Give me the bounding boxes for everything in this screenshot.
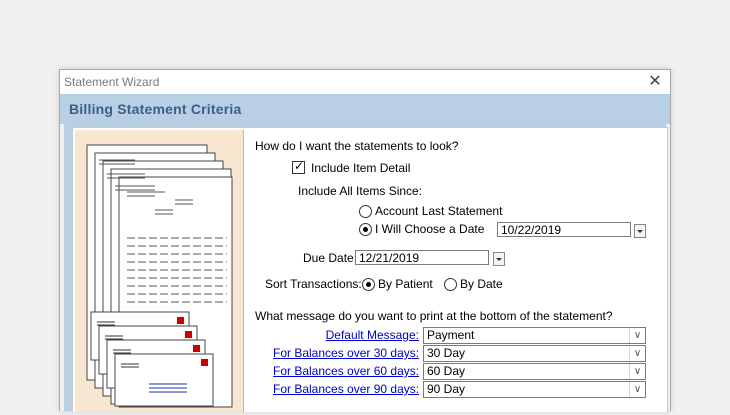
radio-choose-date[interactable] xyxy=(359,223,372,236)
balances-90-link[interactable]: For Balances over 90 days: xyxy=(273,382,419,396)
statement-wizard-window: Statement Wizard ✕ Billing Statement Cri… xyxy=(59,69,671,412)
radio-choose-date-label: I Will Choose a Date xyxy=(375,222,485,236)
sort-transactions-label: Sort Transactions: xyxy=(265,277,362,291)
balances-30-link[interactable]: For Balances over 30 days: xyxy=(273,346,419,360)
chosen-date-dropdown-icon[interactable] xyxy=(634,224,646,238)
chevron-down-icon[interactable]: ∨ xyxy=(629,364,645,379)
default-message-value: Payment xyxy=(427,328,475,342)
include-item-detail-label: Include Item Detail xyxy=(311,161,411,175)
default-message-select[interactable]: Payment ∨ xyxy=(423,327,646,344)
close-icon[interactable]: ✕ xyxy=(646,73,664,91)
look-question: How do I want the statements to look? xyxy=(255,139,459,153)
chevron-down-icon[interactable]: ∨ xyxy=(629,382,645,397)
radio-by-date-label: By Date xyxy=(460,277,503,291)
chevron-down-icon[interactable]: ∨ xyxy=(629,346,645,361)
balances-90-value: 90 Day xyxy=(427,382,466,396)
balances-60-select[interactable]: 60 Day ∨ xyxy=(423,363,646,380)
chosen-date-input[interactable]: 10/22/2019 xyxy=(497,222,631,237)
radio-by-date[interactable] xyxy=(444,278,457,291)
criteria-panel: How do I want the statements to look? ✓ … xyxy=(72,127,668,412)
due-date-label: Due Date: xyxy=(303,251,358,265)
radio-by-patient[interactable] xyxy=(362,278,375,291)
radio-account-last-statement-label: Account Last Statement xyxy=(375,204,503,218)
radio-account-last-statement[interactable] xyxy=(359,205,372,218)
chevron-down-icon[interactable]: ∨ xyxy=(629,328,645,343)
default-message-link[interactable]: Default Message: xyxy=(273,328,419,342)
banner-title: Billing Statement Criteria xyxy=(69,101,242,117)
balances-30-value: 30 Day xyxy=(427,346,466,360)
title-bar: Statement Wizard ✕ xyxy=(60,70,670,94)
statements-envelopes-illustration xyxy=(75,130,244,412)
banner: Billing Statement Criteria xyxy=(60,94,670,124)
balances-90-select[interactable]: 90 Day ∨ xyxy=(423,381,646,398)
due-date-dropdown-icon[interactable] xyxy=(493,252,505,266)
content-frame: How do I want the statements to look? ✓ … xyxy=(64,124,668,412)
include-item-detail-checkbox[interactable]: ✓ xyxy=(292,159,305,174)
illustration-graphic xyxy=(86,144,233,408)
balances-60-value: 60 Day xyxy=(427,364,466,378)
due-date-input[interactable]: 12/21/2019 xyxy=(355,250,489,265)
balances-60-link[interactable]: For Balances over 60 days: xyxy=(273,364,419,378)
message-question: What message do you want to print at the… xyxy=(255,309,613,323)
window-title: Statement Wizard xyxy=(64,75,160,89)
radio-by-patient-label: By Patient xyxy=(378,277,433,291)
include-since-label: Include All Items Since: xyxy=(298,184,423,198)
balances-30-select[interactable]: 30 Day ∨ xyxy=(423,345,646,362)
